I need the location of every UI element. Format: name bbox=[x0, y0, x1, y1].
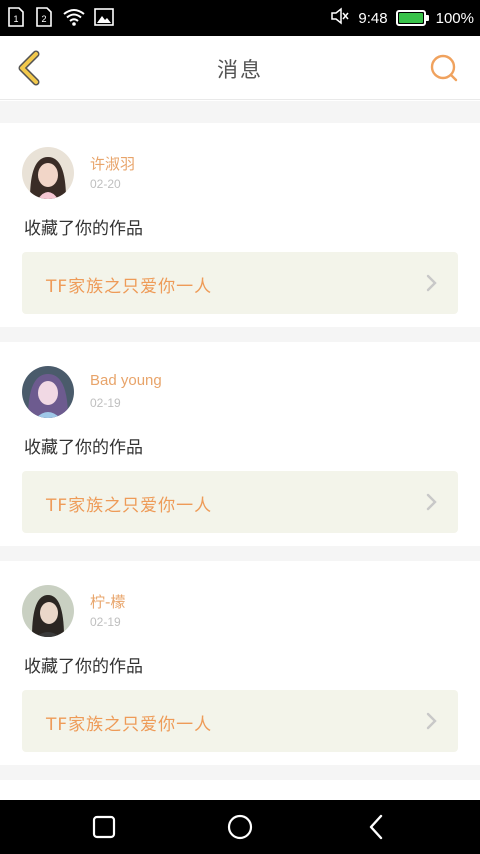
work-title: TF家族之只爱你一人 bbox=[46, 277, 213, 297]
work-link[interactable]: TF家族之只爱你一人 bbox=[22, 690, 458, 752]
user-name[interactable]: 柠-檬 bbox=[90, 591, 125, 612]
status-time: 9:48 bbox=[358, 9, 388, 27]
status-bar: 1 2 9:48 100% bbox=[0, 0, 480, 36]
sim2-icon: 2 bbox=[34, 7, 54, 27]
search-icon bbox=[430, 54, 458, 82]
battery-fill bbox=[398, 13, 423, 23]
search-button[interactable] bbox=[428, 52, 460, 84]
header: 消息 bbox=[0, 36, 480, 100]
recent-apps-button[interactable] bbox=[89, 812, 119, 842]
message-card: 许淑羽 02-20 收藏了你的作品 TF家族之只爱你一人 bbox=[0, 123, 480, 327]
navigation-bar bbox=[0, 800, 480, 854]
mute-icon bbox=[330, 6, 350, 30]
page-title: 消息 bbox=[217, 58, 263, 82]
svg-text:1: 1 bbox=[13, 14, 18, 24]
message-action: 收藏了你的作品 bbox=[24, 219, 143, 239]
work-link[interactable]: TF家族之只爱你一人 bbox=[22, 471, 458, 533]
message-card: Bad young 02-19 收藏了你的作品 TF家族之只爱你一人 bbox=[0, 342, 480, 546]
work-link[interactable]: TF家族之只爱你一人 bbox=[22, 252, 458, 314]
avatar[interactable] bbox=[22, 147, 74, 199]
message-action: 收藏了你的作品 bbox=[24, 657, 143, 677]
user-name[interactable]: Bad young bbox=[90, 372, 162, 389]
chevron-right-icon bbox=[426, 712, 437, 730]
avatar[interactable] bbox=[22, 366, 74, 418]
message-date: 02-20 bbox=[90, 177, 121, 191]
avatar[interactable] bbox=[22, 585, 74, 637]
battery-percent: 100% bbox=[435, 9, 474, 27]
battery-icon bbox=[395, 10, 429, 26]
user-name[interactable]: 许淑羽 bbox=[90, 153, 135, 174]
sim1-icon: 1 bbox=[6, 7, 26, 27]
chevron-right-icon bbox=[426, 493, 437, 511]
message-list[interactable]: 许淑羽 02-20 收藏了你的作品 TF家族之只爱你一人 Bad young 0… bbox=[0, 101, 480, 800]
back-nav-button[interactable] bbox=[362, 812, 392, 842]
work-title: TF家族之只爱你一人 bbox=[46, 496, 213, 516]
message-date: 02-19 bbox=[90, 396, 121, 410]
chevron-right-icon bbox=[426, 274, 437, 292]
svg-text:2: 2 bbox=[41, 14, 46, 24]
home-icon bbox=[227, 814, 253, 840]
recent-apps-icon bbox=[92, 815, 116, 839]
message-action: 收藏了你的作品 bbox=[24, 438, 143, 458]
work-title: TF家族之只爱你一人 bbox=[46, 715, 213, 735]
message-card: 柠-檬 02-19 收藏了你的作品 TF家族之只爱你一人 bbox=[0, 561, 480, 765]
gallery-icon bbox=[94, 7, 114, 27]
message-card bbox=[0, 780, 480, 800]
home-button[interactable] bbox=[225, 812, 255, 842]
back-icon bbox=[369, 814, 383, 840]
message-date: 02-19 bbox=[90, 615, 121, 629]
wifi-icon bbox=[62, 7, 86, 27]
